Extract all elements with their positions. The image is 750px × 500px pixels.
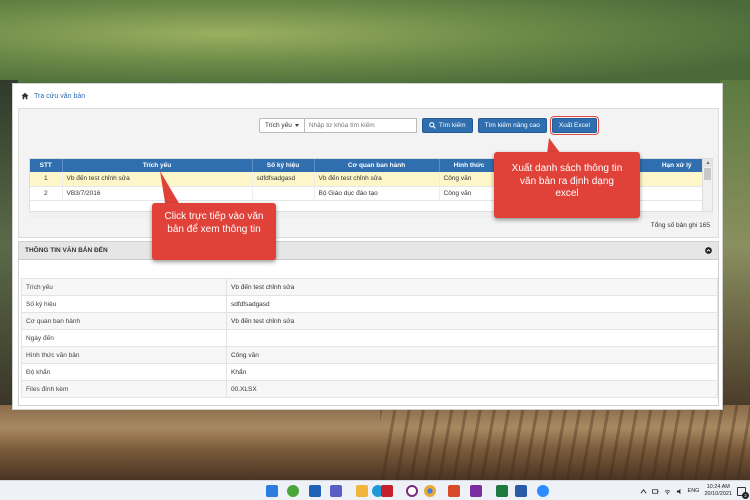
- export-excel-label: Xuất Excel: [558, 121, 590, 129]
- chrome-icon[interactable]: [424, 485, 436, 497]
- detail-row: Files đính kèm 00.XLSX: [21, 380, 718, 398]
- column-header-summary[interactable]: Trích yếu: [62, 159, 253, 172]
- search-toolbar: Trích yếu Tìm kiếm Tìm kiếm nâng cao Xuấ…: [259, 115, 599, 135]
- detail-row: Cơ quan ban hành Vb đến test chỉnh sửa: [21, 312, 718, 330]
- notification-count: 2: [742, 491, 749, 499]
- file-explorer-icon[interactable]: [356, 485, 368, 497]
- search-field-dropdown[interactable]: Trích yếu: [259, 117, 305, 133]
- app-icon[interactable]: [406, 485, 418, 497]
- torrent-app-icon[interactable]: [287, 485, 299, 497]
- detail-label: Cơ quan ban hành: [21, 312, 227, 330]
- column-header-stt[interactable]: STT: [30, 159, 63, 172]
- click-callout: Click trực tiếp vào văn bản để xem thông…: [152, 203, 276, 260]
- cell-issuer: Bộ Giáo dục đào tạo: [314, 186, 440, 201]
- desktop-wallpaper-top: [0, 0, 750, 85]
- click-callout-text: Click trực tiếp vào văn bản để xem thông…: [164, 211, 264, 235]
- media-app-icon[interactable]: [448, 485, 460, 497]
- detail-label: Files đính kèm: [21, 380, 227, 398]
- collapse-icon[interactable]: [705, 247, 712, 254]
- advanced-search-label: Tìm kiếm nâng cao: [484, 121, 540, 129]
- detail-value: sdfdfsadgasd: [226, 295, 718, 313]
- scroll-thumb[interactable]: [704, 168, 711, 180]
- export-callout: Xuất danh sách thông tin văn bản ra định…: [494, 152, 640, 218]
- excel-icon[interactable]: [496, 485, 508, 497]
- attachment-link[interactable]: 00.XLSX: [226, 380, 718, 398]
- export-callout-text: Xuất danh sách thông tin văn bản ra định…: [511, 163, 623, 199]
- language-indicator[interactable]: ENG: [688, 488, 700, 494]
- cell-stt: 2: [30, 186, 63, 201]
- zoom-app-icon[interactable]: [537, 485, 549, 497]
- advanced-search-button[interactable]: Tìm kiếm nâng cao: [477, 117, 547, 133]
- word-icon[interactable]: [515, 485, 527, 497]
- document-lookup-window: Tra cứu văn bản Trích yếu Tìm kiếm Tìm k…: [12, 83, 723, 410]
- detail-row: Số ký hiệu sdfdfsadgasd: [21, 295, 718, 313]
- chevron-up-icon[interactable]: [640, 488, 647, 495]
- record-count: Tổng số bản ghi 165: [650, 222, 710, 229]
- detail-table: Trích yếu Vb đến test chỉnh sửa Số ký hi…: [21, 278, 718, 398]
- windows-start-icon[interactable]: [266, 485, 278, 497]
- detail-value: Vb đến test chỉnh sửa: [226, 278, 718, 296]
- column-header-symbol[interactable]: Số ký hiệu: [252, 159, 315, 172]
- wifi-icon[interactable]: [664, 488, 671, 495]
- breadcrumb: Tra cứu văn bản: [21, 89, 85, 103]
- detail-label: Số ký hiệu: [21, 295, 227, 313]
- system-tray: ENG 10:24 AM 20/10/2021 2: [640, 483, 749, 499]
- breadcrumb-label[interactable]: Tra cứu văn bản: [34, 93, 85, 100]
- cell-issuer: Vb đến test chỉnh sửa: [314, 172, 440, 187]
- detail-label: Hình thức văn bản: [21, 346, 227, 364]
- detail-value: [226, 329, 718, 347]
- outlook-icon[interactable]: [309, 485, 321, 497]
- taskbar-clock[interactable]: 10:24 AM 20/10/2021: [704, 484, 732, 498]
- teams-icon[interactable]: [330, 485, 342, 497]
- detail-row: Trích yếu Vb đến test chỉnh sửa: [21, 278, 718, 296]
- pdf-reader-icon[interactable]: [381, 485, 393, 497]
- desktop-wallpaper-right: [720, 80, 750, 410]
- detail-value: Khẩn: [226, 363, 718, 381]
- cell-summary[interactable]: Vb đến test chỉnh sửa: [62, 172, 253, 187]
- detail-panel-header[interactable]: THÔNG TIN VĂN BẢN ĐẾN: [19, 242, 718, 260]
- document-detail-panel: THÔNG TIN VĂN BẢN ĐẾN Trích yếu Vb đến t…: [18, 241, 719, 406]
- search-button-label: Tìm kiếm: [438, 121, 466, 129]
- notification-center-icon[interactable]: 2: [737, 486, 749, 499]
- clock-time: 10:24 AM: [706, 484, 730, 490]
- cell-type: Công văn: [439, 186, 500, 201]
- detail-value: Vb đến test chỉnh sửa: [226, 312, 718, 330]
- column-header-issuer[interactable]: Cơ quan ban hành: [314, 159, 440, 172]
- search-field-label: Trích yếu: [265, 121, 292, 129]
- search-input[interactable]: [304, 117, 417, 133]
- detail-label: Ngày đến: [21, 329, 227, 347]
- detail-row: Độ khẩn Khẩn: [21, 363, 718, 381]
- column-header-type[interactable]: Hình thức: [439, 159, 500, 172]
- export-excel-button[interactable]: Xuất Excel: [549, 115, 599, 135]
- volume-icon[interactable]: [676, 488, 683, 495]
- battery-icon[interactable]: [651, 488, 659, 495]
- windows-taskbar: ENG 10:24 AM 20/10/2021 2: [0, 480, 750, 500]
- cell-summary[interactable]: VB3/7/2016: [62, 186, 253, 201]
- clock-date: 20/10/2021: [704, 491, 732, 497]
- cell-type: Công văn: [439, 172, 500, 187]
- onenote-icon[interactable]: [470, 485, 482, 497]
- detail-row: Hình thức văn bản Công văn: [21, 346, 718, 364]
- search-icon: [429, 121, 436, 129]
- grid-vertical-scrollbar[interactable]: ▲: [702, 159, 712, 211]
- home-icon[interactable]: [21, 92, 29, 100]
- desktop-wallpaper-log: [0, 405, 750, 480]
- cell-stt: 1: [30, 172, 63, 187]
- search-button[interactable]: Tìm kiếm: [421, 117, 473, 133]
- detail-label: Trích yếu: [21, 278, 227, 296]
- detail-label: Độ khẩn: [21, 363, 227, 381]
- detail-value: Công văn: [226, 346, 718, 364]
- chevron-down-icon: [294, 123, 299, 127]
- detail-panel-title: THÔNG TIN VĂN BẢN ĐẾN: [25, 247, 108, 254]
- cell-symbol: [252, 186, 315, 201]
- cell-symbol: sdfdfsadgasd: [252, 172, 315, 187]
- scroll-up-icon[interactable]: ▲: [703, 159, 712, 167]
- detail-row: Ngày đến: [21, 329, 718, 347]
